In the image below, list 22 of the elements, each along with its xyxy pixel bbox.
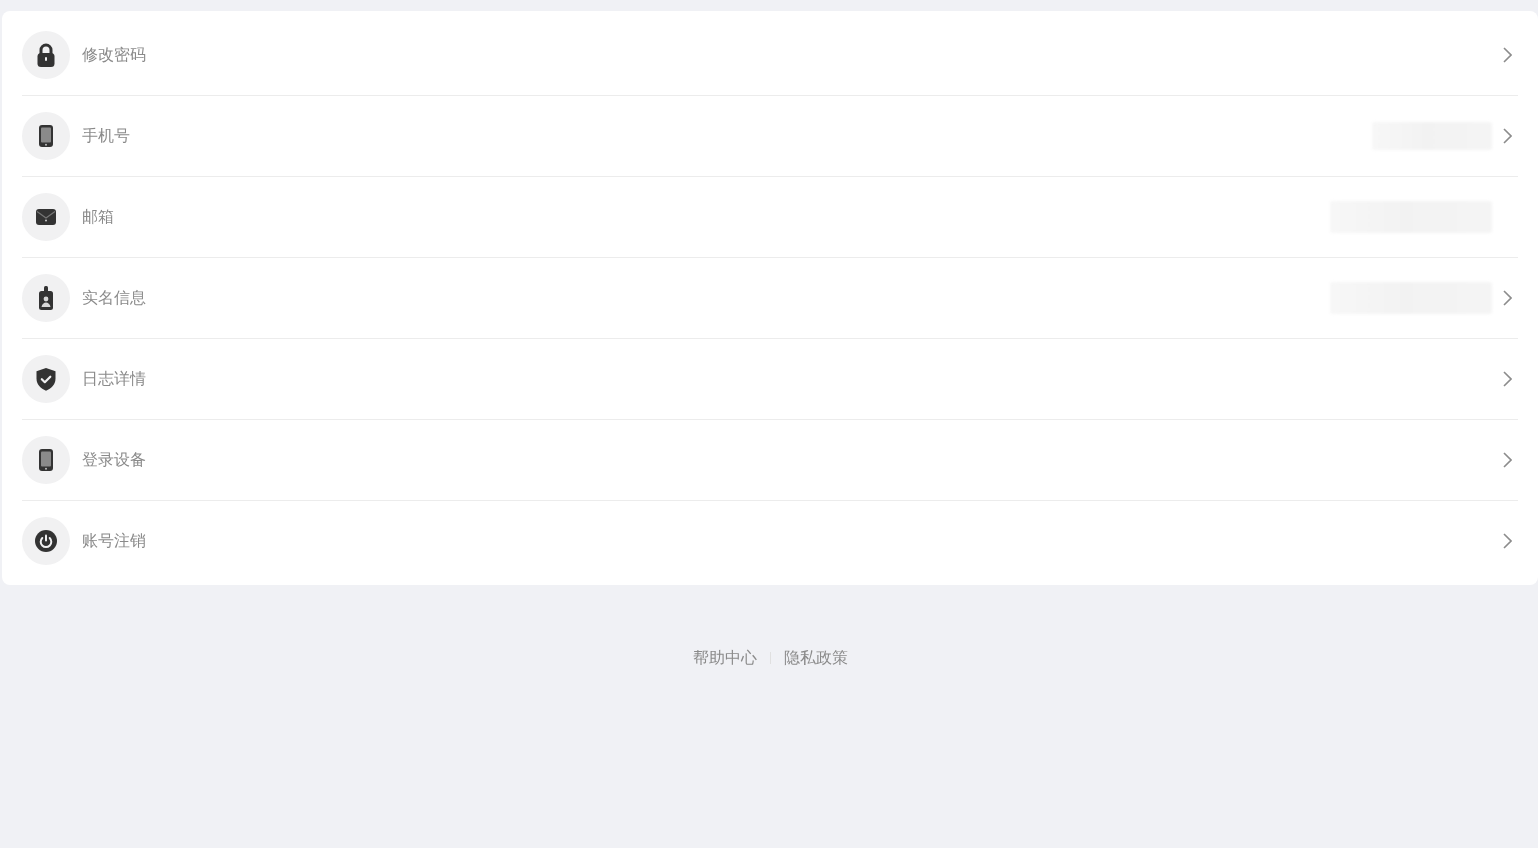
phone-icon [22,112,70,160]
chevron-right-icon[interactable] [1503,371,1512,387]
chevron-right-icon[interactable] [1503,533,1512,549]
id-badge-icon [22,274,70,322]
envelope-icon [22,193,70,241]
footer-link[interactable]: 隐私政策 [783,647,848,669]
setting-label[interactable]: 登录设备 [82,449,146,471]
setting-label[interactable]: 邮箱 [82,206,114,228]
lock-icon [22,31,70,79]
setting-label[interactable]: 账号注销 [82,530,146,552]
setting-label[interactable]: 手机号 [82,125,130,147]
phone-icon [22,436,70,484]
power-icon [22,517,70,565]
chevron-right-icon[interactable] [1503,47,1512,63]
setting-label[interactable]: 实名信息 [82,287,146,309]
chevron-right-icon[interactable] [1503,290,1512,306]
chevron-right-icon[interactable] [1503,128,1512,144]
setting-label[interactable]: 修改密码 [82,44,146,66]
chevron-right-icon[interactable] [1503,452,1512,468]
shield-check-icon [22,355,70,403]
footer-link[interactable]: 帮助中心 [692,647,757,669]
setting-label[interactable]: 日志详情 [82,368,146,390]
